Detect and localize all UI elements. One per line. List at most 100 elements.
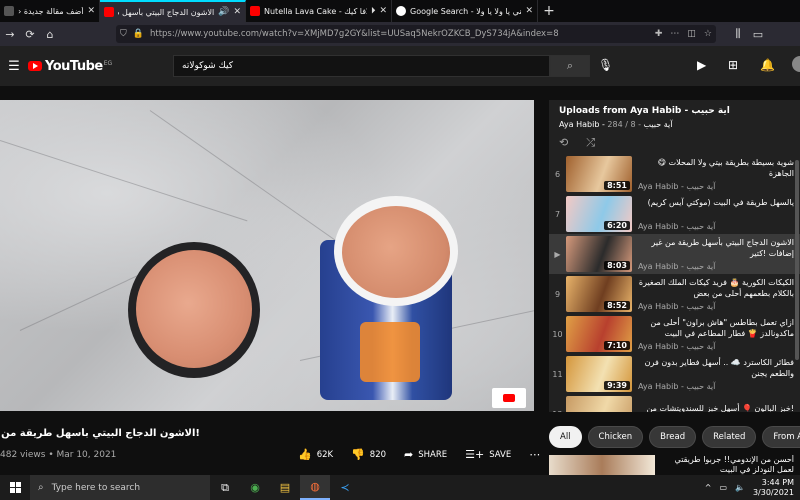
taskbar-search[interactable]: ⌕ Type here to search — [30, 475, 210, 500]
recommendation-item[interactable]: أحسن من الإندومي!! جربوا طريقتي لعمل الن… — [549, 455, 800, 475]
close-icon[interactable]: ✕ — [233, 7, 241, 17]
recommendation-title[interactable]: أحسن من الإندومي!! جربوا طريقتي لعمل الن… — [655, 455, 800, 475]
playlist-thumbnail[interactable]: 8:03 — [566, 236, 632, 272]
file-explorer-icon[interactable]: ▤ — [270, 475, 300, 500]
url-text[interactable]: https://www.youtube.com/watch?v=XMjMD7g2… — [150, 29, 647, 39]
tab-2[interactable]: Nutella Lava Cake - لافا كيك ⏵ ✕ — [246, 0, 392, 22]
extension-icon[interactable]: ✚ — [655, 29, 663, 39]
dislike-button[interactable]: 👎 820 — [351, 448, 386, 461]
search-input[interactable]: كيك شوكولاته — [173, 55, 550, 77]
windows-start-icon[interactable] — [0, 482, 30, 493]
playlist-thumbnail[interactable]: 8:52 — [566, 276, 632, 312]
playlist-index: 9 — [554, 289, 561, 299]
apps-grid-icon[interactable]: ⊞ — [728, 58, 738, 72]
tab-3[interactable]: Google Search - معني يا ولا يا ولا ✕ — [392, 0, 538, 22]
wordpress-icon — [4, 6, 14, 16]
system-tray: ^ ▭ 🔈 3:44 PM 3/30/2021 — [697, 475, 794, 500]
share-button[interactable]: ➦ SHARE — [404, 448, 447, 461]
youtube-logo[interactable]: YouTube EG — [28, 59, 112, 74]
notifications-bell-icon[interactable]: 🔔 — [760, 58, 775, 72]
windows-taskbar: ⌕ Type here to search ⧉ ◉ ▤ ◍ ≺ ^ ▭ 🔈 3:… — [0, 475, 800, 500]
playlist-item-channel: Aya Habib - آية حبيب — [638, 222, 716, 231]
duration-badge: 8:03 — [604, 261, 630, 270]
bookmark-star-icon[interactable]: ☆ — [704, 29, 712, 39]
more-icon: ⋯ — [529, 448, 541, 461]
close-icon[interactable]: ✕ — [87, 6, 95, 16]
tab-title: الاشون الدجاج البيتي بأسهل ط — [118, 7, 215, 17]
playlist-thumbnail[interactable]: 8:51 — [566, 156, 632, 192]
new-tab-button[interactable]: + — [538, 0, 560, 22]
playlist-thumbnail[interactable]: 7:10 — [566, 316, 632, 352]
lock-icon[interactable]: 🔒 — [133, 29, 144, 39]
chip-from-aya-h[interactable]: From Aya H — [762, 426, 800, 448]
pocket-icon[interactable]: ◫ — [687, 29, 696, 39]
cup-filling — [342, 206, 450, 298]
playlist-item[interactable]: 6 8:51 شوية بسيطة بطريقة بيتي ولا المحلات … — [549, 154, 800, 194]
firefox-icon[interactable]: ◍ — [300, 475, 330, 500]
shuffle-icon[interactable]: ⤮ — [586, 136, 595, 150]
playlist-thumbnail[interactable]: 9:39 — [566, 356, 632, 392]
playlist-item[interactable]: 7 6:20 يالسهل طريقة في البيت (موكتي آيس كر… — [549, 194, 800, 234]
more-actions-button[interactable]: ⋯ — [529, 448, 545, 461]
more-icon[interactable]: ⋯ — [670, 29, 679, 39]
playlist-item[interactable]: 11 9:39 فطائر الكاسترد ☁️ .. أسهل فطاير بد… — [549, 354, 800, 394]
playlist-item[interactable]: 12 !خبز البالون 🎈 أسهل خبز للسندويتشات من… — [549, 394, 800, 412]
loop-icon[interactable]: ⟲ — [559, 136, 568, 150]
search-icon: ⌕ — [38, 482, 44, 493]
home-icon[interactable]: ⌂ — [40, 24, 60, 44]
playlist-item-channel: Aya Habib - آية حبيب — [638, 302, 716, 311]
play-icon[interactable]: ⏵ — [371, 6, 376, 16]
tab-1[interactable]: الاشون الدجاج البيتي بأسهل ط 🔊 ✕ — [100, 0, 246, 22]
speaker-icon[interactable]: 🔊 — [218, 7, 229, 17]
save-button[interactable]: ☰+ SAVE — [465, 448, 511, 461]
like-button[interactable]: 👍 62K — [298, 448, 333, 461]
close-icon[interactable]: ✕ — [525, 6, 533, 16]
playlist-title[interactable]: Uploads from Aya Habib - آية حبيب — [559, 106, 790, 116]
create-video-icon[interactable]: ▶ — [697, 58, 706, 72]
shield-icon[interactable]: ⛉ — [120, 29, 127, 39]
tab-title: Nutella Lava Cake - لافا كيك — [264, 6, 367, 16]
clock[interactable]: 3:44 PM 3/30/2021 — [753, 478, 794, 498]
mic-icon[interactable]: 🎙 — [598, 58, 613, 72]
playlist-item-info: الاشون الدجاج البيتي بأسهل طريقة من غير … — [632, 237, 800, 271]
url-bar[interactable]: ⛉ 🔒 https://www.youtube.com/watch?v=XMjM… — [116, 25, 716, 43]
playlist-scrollbar[interactable] — [795, 160, 799, 360]
playlist-item[interactable]: ▶ 8:03 الاشون الدجاج البيتي بأسهل طريقة من… — [549, 234, 800, 274]
playlist-thumbnail[interactable]: 6:20 — [566, 196, 632, 232]
volume-icon[interactable]: 🔈 — [735, 483, 745, 492]
sidebar-icon[interactable]: ▭ — [748, 24, 768, 44]
duration-badge: 8:52 — [604, 301, 630, 310]
playlist-panel: Uploads from Aya Habib - آية حبيب Aya Ha… — [549, 100, 800, 412]
playlist-item[interactable]: 10 7:10 ازاي تعمل بطاطس "هاش براون" أحلى م… — [549, 314, 800, 354]
reload-icon[interactable]: ⟳ — [20, 24, 40, 44]
task-view-icon[interactable]: ⧉ — [210, 475, 240, 500]
playlist-thumbnail[interactable] — [566, 396, 632, 412]
browser-tab-strip: أضف مقالة جديدة ‹ تقني ✕ الاشون الدجاج ا… — [0, 0, 800, 22]
youtube-icon — [104, 7, 114, 17]
vscode-icon[interactable]: ≺ — [330, 475, 360, 500]
chip-related[interactable]: Related — [702, 426, 757, 448]
dislike-count: 820 — [369, 449, 387, 460]
like-count: 62K — [316, 449, 334, 460]
close-icon[interactable]: ✕ — [379, 6, 387, 16]
menu-icon[interactable]: ☰ — [0, 59, 28, 74]
pan-filling — [136, 250, 252, 368]
playlist-item-title: !خبز البالون 🎈 أسهل خبز للسندويتشات من غ… — [646, 404, 794, 412]
chevron-up-icon[interactable]: ^ — [705, 483, 712, 492]
recommendation-thumbnail[interactable] — [549, 455, 655, 475]
youtube-play-icon — [28, 61, 42, 71]
chip-chicken[interactable]: Chicken — [587, 426, 644, 448]
chrome-icon[interactable]: ◉ — [240, 475, 270, 500]
chip-all[interactable]: All — [549, 426, 582, 448]
thumbs-up-icon: 👍 — [298, 448, 312, 461]
library-icon[interactable]: ⫼ — [728, 24, 748, 44]
youtube-watermark[interactable] — [492, 388, 526, 408]
network-icon[interactable]: ▭ — [719, 483, 727, 492]
tab-0[interactable]: أضف مقالة جديدة ‹ تقني ✕ — [0, 0, 100, 22]
screen: أضف مقالة جديدة ‹ تقني ✕ الاشون الدجاج ا… — [0, 0, 800, 500]
playlist-item[interactable]: 9 8:52 الكيكات الكورية 🎂 فريد كيكات الملك … — [549, 274, 800, 314]
playlist-item-info: فطائر الكاسترد ☁️ .. أسهل فطاير بدون فرن… — [632, 357, 800, 391]
chip-bread[interactable]: Bread — [649, 426, 697, 448]
forward-icon[interactable]: → — [0, 24, 20, 44]
search-button[interactable]: ⌕ — [550, 55, 590, 77]
